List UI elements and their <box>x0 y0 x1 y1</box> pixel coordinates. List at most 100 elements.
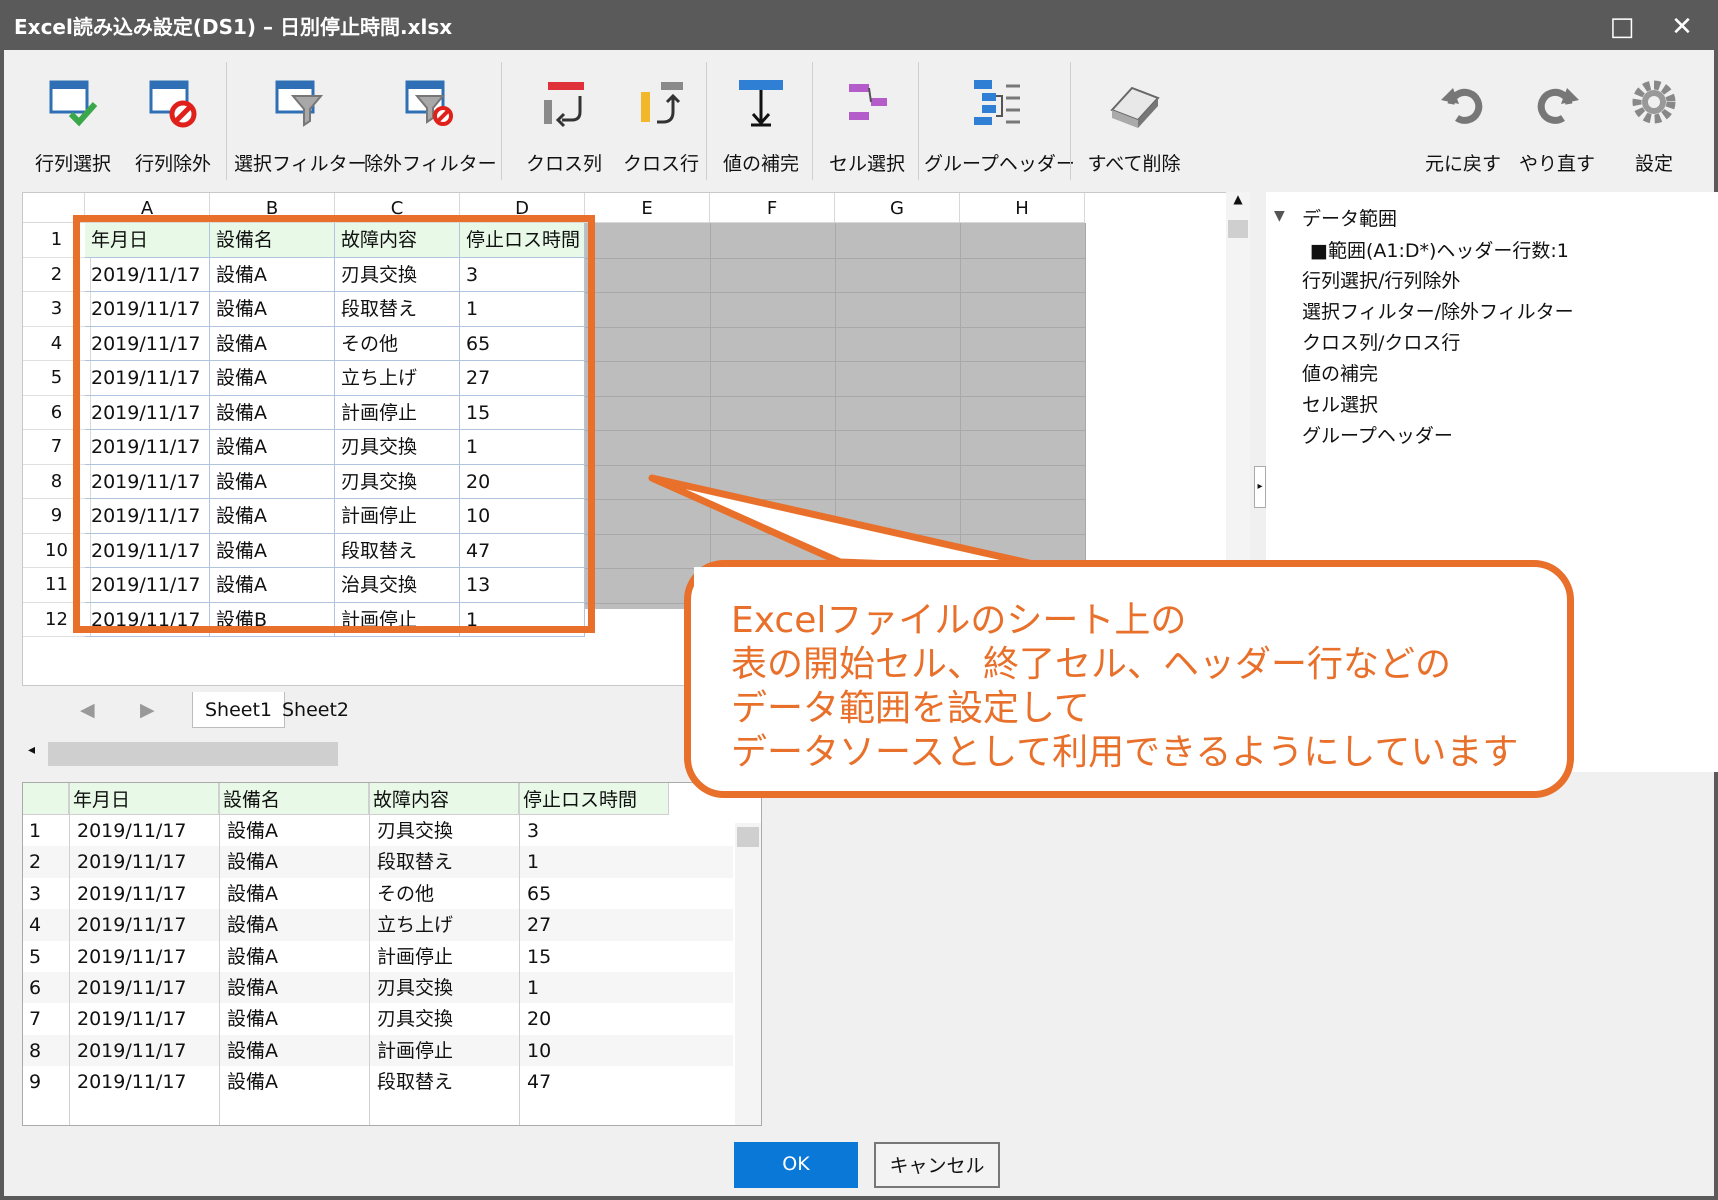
preview-cell: 設備A <box>227 1008 278 1031</box>
tree-item-range[interactable]: ■範囲(A1:D*)ヘッダー行数:1 <box>1310 236 1569 263</box>
tree-item-group-header[interactable]: グループヘッダー <box>1302 421 1453 448</box>
preview-vertical-scrollbar[interactable] <box>735 823 761 1125</box>
ok-button[interactable]: OK <box>734 1142 858 1188</box>
grid-line <box>585 499 1085 500</box>
preview-cell: 設備A <box>227 820 278 842</box>
redo-label: やり直す <box>1518 153 1595 175</box>
preview-header-cell: 設備名 <box>219 783 369 815</box>
preview-cell: 刃具交換 <box>377 820 454 842</box>
settings-button[interactable]: 設定 <box>1612 64 1696 184</box>
value-fill-label: 値の補完 <box>722 153 799 175</box>
redo-button[interactable]: やり直す <box>1512 64 1602 184</box>
column-header[interactable]: G <box>835 193 960 223</box>
preview-corner <box>23 783 69 815</box>
undo-button[interactable]: 元に戻す <box>1418 64 1508 184</box>
callout-line: データソースとして利用できるようにしています <box>731 732 1519 773</box>
tree-item-cross[interactable]: クロス列/クロス行 <box>1302 328 1460 355</box>
exclude-filter-label: 除外フィルター <box>364 153 497 175</box>
panel-splitter[interactable]: ▸ <box>1254 466 1266 508</box>
preview-cell: 刃具交換 <box>377 977 454 999</box>
preview-row-number: 1 <box>29 820 42 842</box>
scroll-left-icon[interactable]: ◂ <box>28 742 35 758</box>
tree-item-row-select[interactable]: 行列選択/行列除外 <box>1302 266 1460 293</box>
grid-line <box>585 430 1085 431</box>
grid-line <box>585 533 1085 535</box>
grid-line <box>960 223 961 609</box>
preview-cell: 47 <box>527 1071 552 1094</box>
preview-cell: 立ち上げ <box>377 914 454 937</box>
expand-icon[interactable]: ▼ <box>1274 208 1285 224</box>
filter-prohibit-icon <box>405 80 453 126</box>
cancel-button[interactable]: キャンセル <box>874 1142 1000 1188</box>
cross-row-icon <box>641 82 683 124</box>
table-check-icon <box>49 80 98 127</box>
toolbar-separator <box>1070 62 1071 180</box>
preview-cell: その他 <box>377 882 435 905</box>
preview-cell: 2019/11/17 <box>77 1039 187 1062</box>
grid-line <box>219 783 220 1125</box>
window-title: Excel読み込み設定(DS1) – 日別停止時間.xlsx <box>14 15 453 39</box>
title-bar: Excel読み込み設定(DS1) – 日別停止時間.xlsx □ ✕ <box>4 4 1714 50</box>
preview-cell: 2019/11/17 <box>77 1071 187 1094</box>
grid-line <box>69 783 70 1125</box>
prev-sheet-icon[interactable]: ◀ <box>68 692 107 728</box>
cross-column-icon <box>544 82 584 128</box>
preview-header-cell: 停止ロス時間 <box>519 783 669 815</box>
data-preview-table: 年月日 設備名 故障内容 停止ロス時間 1 2019/11/17 設備A 刃具交換 3 2 2019… <box>22 782 762 1126</box>
grid-line <box>585 395 1085 397</box>
cell-select-button[interactable]: セル選択 <box>822 64 912 184</box>
column-header[interactable]: F <box>710 193 835 223</box>
eraser-icon <box>1110 86 1160 128</box>
row-select-button[interactable]: 行列選択 <box>28 64 118 184</box>
scroll-thumb[interactable] <box>1228 220 1248 238</box>
tab-sheet2[interactable]: Sheet2 <box>278 692 361 728</box>
select-filter-button[interactable]: 選択フィルター <box>234 64 367 184</box>
table-prohibit-icon <box>149 80 197 128</box>
preview-cell: 刃具交換 <box>377 1008 454 1031</box>
preview-header-cell: 故障内容 <box>369 783 519 815</box>
value-fill-button[interactable]: 値の補完 <box>716 64 806 184</box>
column-header[interactable]: E <box>585 193 710 223</box>
scroll-thumb[interactable] <box>737 827 759 847</box>
toolbar: 行列選択 行列除外 選択フィルター 除外フィルター クロス列 クロス行 値の補完… <box>4 50 1714 186</box>
preview-cell: 2019/11/17 <box>77 977 187 999</box>
column-header[interactable]: H <box>960 193 1085 223</box>
delete-all-button[interactable]: すべて削除 <box>1084 64 1184 184</box>
tree-item-filter[interactable]: 選択フィルター/除外フィルター <box>1302 297 1574 324</box>
scroll-thumb[interactable] <box>48 742 338 766</box>
sheet-horizontal-scrollbar[interactable]: ◂ <box>22 740 342 768</box>
preview-row-number: 6 <box>29 977 42 999</box>
row-exclude-button[interactable]: 行列除外 <box>128 64 218 184</box>
cross-column-button[interactable]: クロス列 <box>519 64 609 184</box>
close-button[interactable]: ✕ <box>1654 4 1710 50</box>
maximize-button[interactable]: □ <box>1594 4 1650 50</box>
cross-row-button[interactable]: クロス行 <box>616 64 706 184</box>
preview-cell: 計画停止 <box>377 1039 454 1062</box>
grid-line <box>710 223 711 609</box>
preview-row-number: 9 <box>29 1071 42 1094</box>
cross-row-label: クロス行 <box>622 153 699 175</box>
gear-icon <box>1632 80 1676 124</box>
tree-item-value-fill[interactable]: 値の補完 <box>1302 359 1378 386</box>
scroll-up-icon[interactable]: ▲ <box>1226 192 1250 206</box>
exclude-filter-button[interactable]: 除外フィルター <box>364 64 497 184</box>
tree-item-cell-select[interactable]: セル選択 <box>1302 390 1378 417</box>
filter-icon <box>275 80 324 127</box>
preview-row-number: 2 <box>29 851 42 874</box>
redo-icon <box>1537 88 1579 124</box>
preview-cell: 設備A <box>227 1039 278 1062</box>
preview-cell: 設備A <box>227 977 278 999</box>
preview-cell: 2019/11/17 <box>77 851 187 874</box>
tab-sheet1[interactable]: Sheet1 <box>192 692 286 728</box>
preview-cell: 27 <box>527 914 552 937</box>
preview-cell: 設備A <box>227 914 278 937</box>
sheet-tabs-bar: ◀ ▶ Sheet1 Sheet2 <box>22 692 662 730</box>
next-sheet-icon[interactable]: ▶ <box>128 692 167 728</box>
select-filter-label: 選択フィルター <box>234 153 367 175</box>
group-header-label: グループヘッダー <box>924 153 1075 175</box>
group-header-button[interactable]: グループヘッダー <box>924 64 1075 184</box>
grid-line <box>369 783 370 1125</box>
preview-cell: 20 <box>527 1008 552 1031</box>
grid-line <box>585 326 1085 328</box>
tree-root-data-range[interactable]: データ範囲 <box>1302 204 1397 231</box>
